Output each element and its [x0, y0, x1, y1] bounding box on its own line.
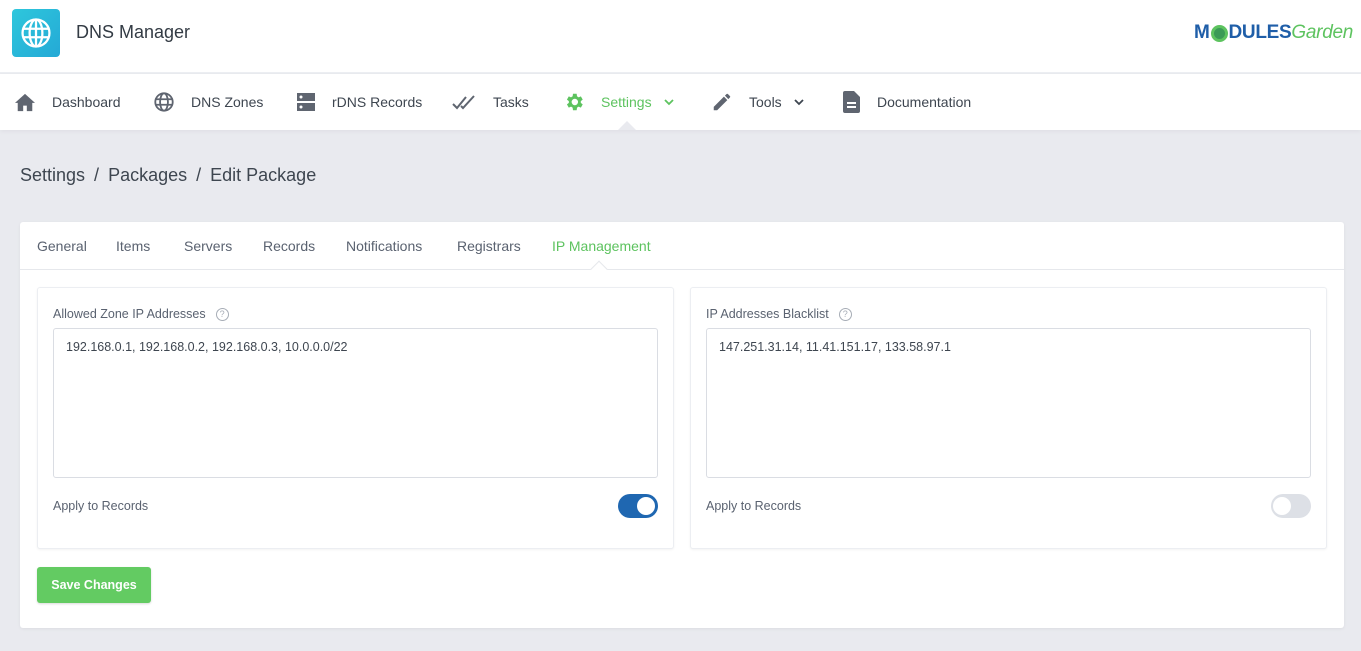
nav-label: Tools [749, 94, 782, 110]
brand-text-mid: DULES [1228, 22, 1292, 43]
nav-label: Dashboard [52, 94, 121, 110]
brand-logo[interactable]: M DULES Garden [1194, 22, 1353, 44]
chevron-down-icon [794, 99, 804, 106]
help-icon[interactable]: ? [215, 307, 229, 321]
active-tab-indicator [590, 260, 608, 278]
nav-label: Documentation [877, 94, 972, 110]
nav-item-tools[interactable]: Tools [711, 74, 804, 130]
save-changes-button[interactable]: Save Changes [37, 567, 151, 603]
brand-text-left: M [1193, 22, 1210, 43]
blacklist-textarea[interactable]: 147.251.31.14, 11.41.151.17, 133.58.97.1 [706, 328, 1311, 478]
tab-records[interactable]: Records [263, 238, 315, 254]
allowed-ips-label: Allowed Zone IP Addresses ? [53, 307, 229, 321]
allowed-apply-label: Apply to Records [53, 499, 149, 513]
globe-icon [21, 18, 51, 48]
edit-package-panel: General Items Servers Records Notificati… [20, 222, 1344, 628]
tab-ip-management[interactable]: IP Management [552, 238, 651, 254]
help-icon[interactable]: ? [838, 307, 852, 321]
tab-items[interactable]: Items [116, 238, 150, 254]
toggle-knob [637, 497, 655, 515]
tab-notifications[interactable]: Notifications [346, 238, 422, 254]
app-logo[interactable] [12, 9, 60, 57]
nav-item-rdns-records[interactable]: rDNS Records [296, 74, 422, 130]
tab-servers[interactable]: Servers [184, 238, 232, 254]
breadcrumb-separator: / [196, 165, 202, 185]
allowed-ips-card: Allowed Zone IP Addresses ? 192.168.0.1,… [37, 287, 674, 549]
active-nav-indicator [618, 121, 636, 130]
nav-item-documentation[interactable]: Documentation [843, 74, 971, 130]
top-bar: DNS Manager M DULES Garden [0, 0, 1361, 73]
chevron-down-icon [663, 99, 674, 106]
allowed-apply-toggle[interactable] [618, 494, 658, 518]
document-icon [843, 91, 860, 113]
double-check-icon [452, 95, 475, 110]
main-nav: Dashboard DNS Zones rDNS Records Tasks S… [0, 74, 1361, 130]
nav-label: rDNS Records [332, 94, 423, 110]
breadcrumb-item-packages[interactable]: Packages [108, 165, 187, 185]
allowed-ips-textarea[interactable]: 192.168.0.1, 192.168.0.2, 192.168.0.3, 1… [53, 328, 658, 478]
package-tabs: General Items Servers Records Notificati… [20, 222, 1344, 278]
allowed-ips-label-text: Allowed Zone IP Addresses [53, 307, 206, 321]
gear-icon [566, 93, 583, 111]
blacklist-label: IP Addresses Blacklist ? [706, 307, 852, 321]
nav-item-tasks[interactable]: Tasks [452, 74, 529, 130]
breadcrumb-item-edit-package: Edit Package [210, 165, 317, 185]
blacklist-apply-label: Apply to Records [706, 499, 802, 513]
home-icon [15, 93, 35, 112]
breadcrumb-separator: / [94, 165, 100, 185]
blacklist-apply-toggle[interactable] [1271, 494, 1311, 518]
nav-label: Tasks [493, 94, 529, 110]
app-title: DNS Manager [76, 22, 191, 42]
brand-globe-icon [1210, 24, 1228, 42]
server-icon [297, 93, 315, 111]
brand-text-right: Garden [1291, 22, 1353, 43]
nav-item-dashboard[interactable]: Dashboard [14, 74, 121, 130]
nav-item-dns-zones[interactable]: DNS Zones [153, 74, 263, 130]
toggle-knob [1273, 497, 1291, 515]
breadcrumb-item-settings[interactable]: Settings [20, 165, 85, 185]
pencil-icon [713, 93, 731, 111]
tab-general[interactable]: General [37, 238, 87, 254]
blacklist-card: IP Addresses Blacklist ? 147.251.31.14, … [690, 287, 1327, 549]
globe-icon [154, 92, 174, 112]
breadcrumb: Settings / Packages / Edit Package [20, 165, 316, 186]
nav-label: DNS Zones [191, 94, 264, 110]
blacklist-label-text: IP Addresses Blacklist [706, 307, 829, 321]
tab-registrars[interactable]: Registrars [457, 238, 521, 254]
nav-label: Settings [601, 94, 652, 110]
